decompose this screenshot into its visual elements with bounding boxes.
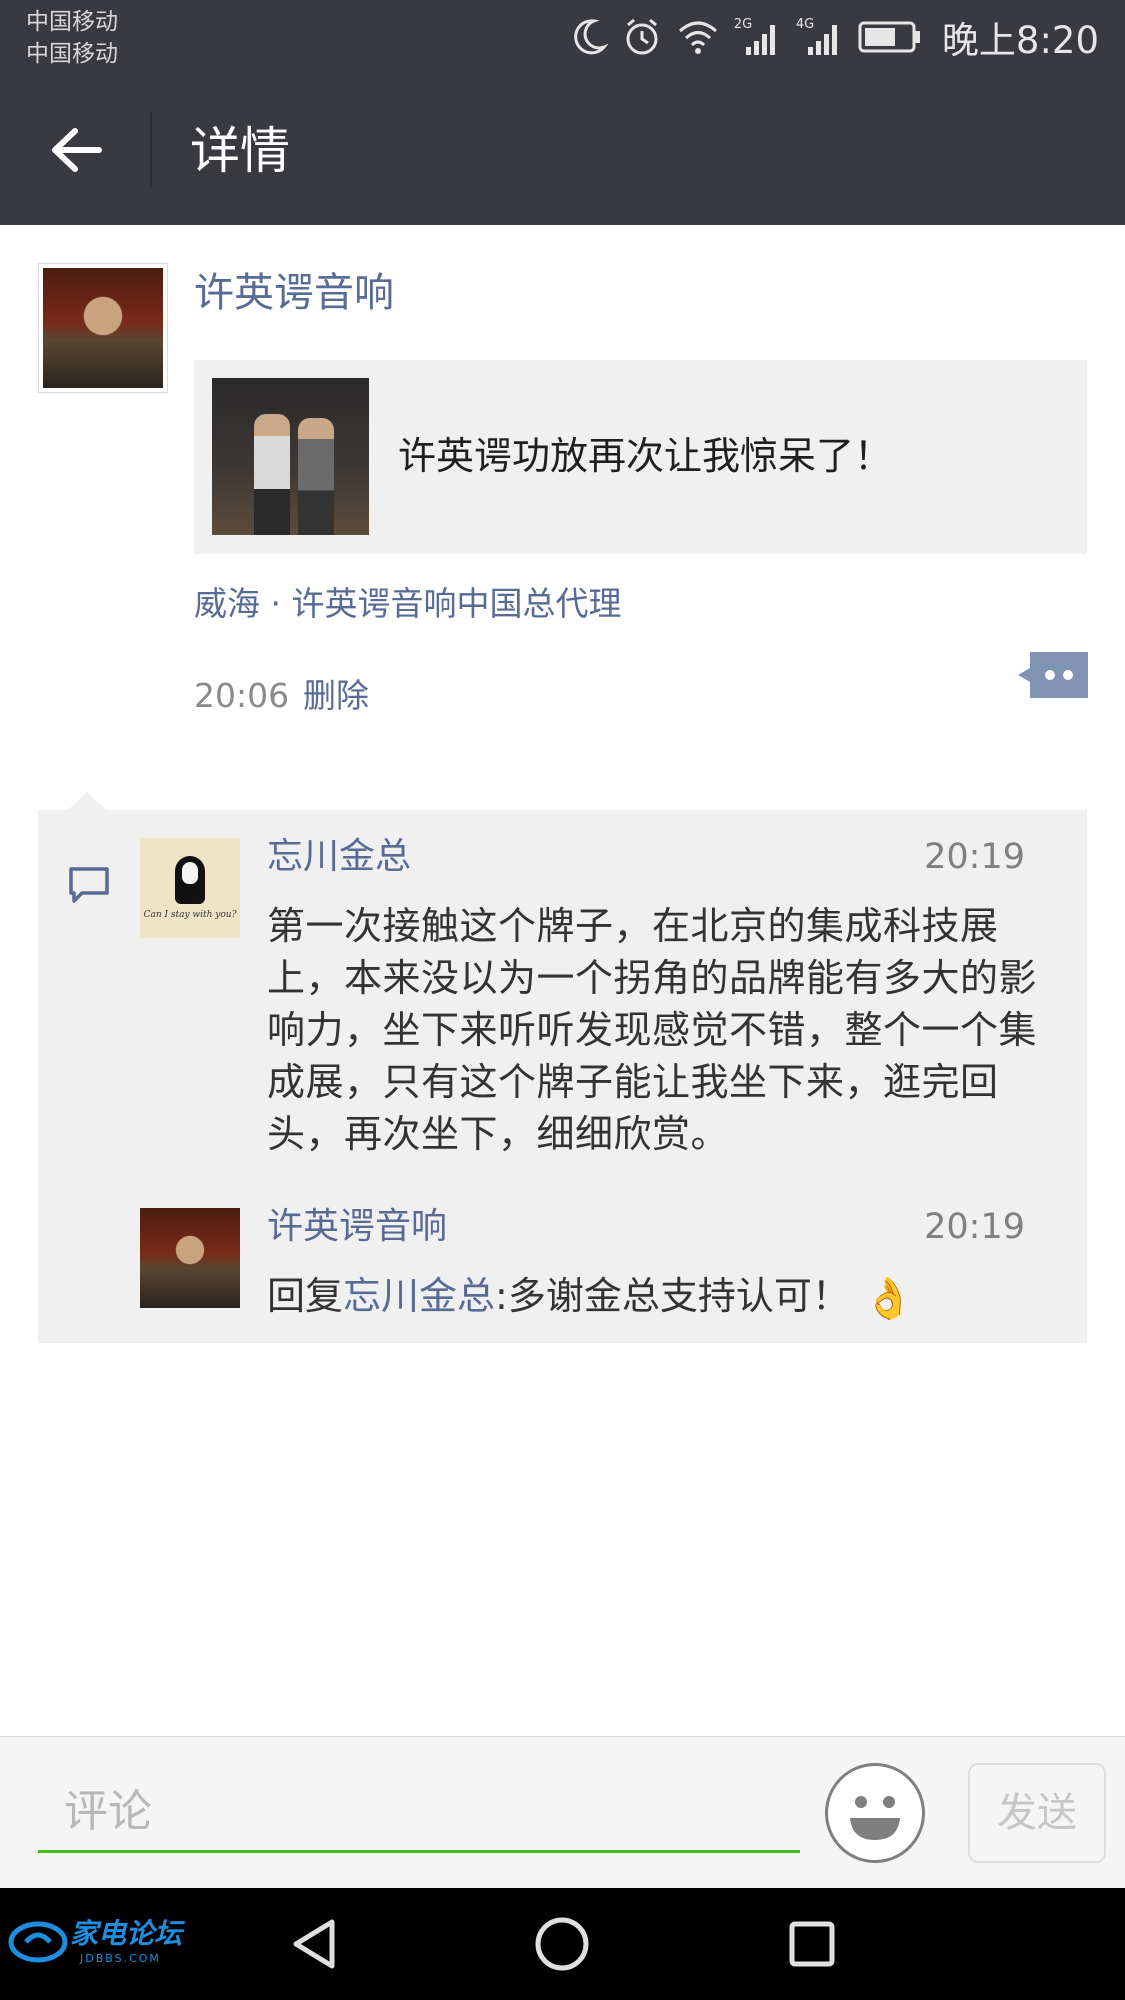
comment-2-text[interactable]: 回复忘川金总:多谢金总支持认可！ 👌 <box>267 1270 914 1325</box>
comment-2-time: 20:19 <box>924 1207 1025 1247</box>
comment-1-time: 20:19 <box>924 837 1025 877</box>
poster-avatar-image <box>43 268 163 388</box>
carrier-1: 中国移动 <box>26 9 118 35</box>
alarm-icon <box>626 18 658 55</box>
poster-name[interactable]: 许英谔音响 <box>194 265 394 321</box>
system-nav-bar: 家电论坛 JDBBS.COM <box>0 1888 1125 2000</box>
battery-icon <box>858 21 920 53</box>
wifi-icon <box>678 21 717 54</box>
signal-1-icon: 2G <box>734 17 782 57</box>
moon-icon <box>574 19 608 55</box>
speech-bubble-icon <box>68 866 110 906</box>
signal-2-icon: 4G <box>796 17 844 57</box>
title-bar: 详情 <box>0 74 1125 225</box>
nav-back-button[interactable] <box>278 1908 350 1980</box>
avatar-caption: Can I stay with you? <box>143 910 237 920</box>
no-face-mask <box>182 862 198 884</box>
arrow-left-icon <box>52 128 102 172</box>
forum-watermark: 家电论坛 JDBBS.COM <box>8 1906 198 1982</box>
reply-mention[interactable]: 忘川金总 <box>343 1274 495 1318</box>
commenter-2-avatar[interactable] <box>140 1208 240 1308</box>
reply-prefix: 回复 <box>267 1274 344 1318</box>
nav-recents-button[interactable] <box>776 1908 848 1980</box>
triangle-back-icon <box>293 1919 335 1969</box>
watermark-text: 家电论坛 <box>70 1917 183 1950</box>
commenter-1-name[interactable]: 忘川金总 <box>267 832 411 882</box>
comment-toggle-button[interactable] <box>1018 652 1088 698</box>
back-button[interactable] <box>40 114 112 186</box>
carrier-2: 中国移动 <box>26 41 118 67</box>
comment-input-bar: 发送 <box>0 1736 1125 1888</box>
thumbnail-person-2 <box>298 418 334 535</box>
post-time: 20:06 <box>194 676 290 715</box>
status-bar: 中国移动 中国移动 2G 4G 晚上8:20 <box>0 0 1125 74</box>
emoji-button[interactable] <box>825 1763 925 1863</box>
no-face-figure <box>175 856 205 904</box>
thumbnail-person-1 <box>254 414 290 535</box>
more-dots-icon <box>1018 652 1088 698</box>
link-thumbnail <box>212 378 369 535</box>
moments-detail-screen: 中国移动 中国移动 2G 4G 晚上8:20 详情 许英谔音响 许英谔功放再次让… <box>0 0 1125 2000</box>
carrier-labels: 中国移动 中国移动 <box>26 6 118 70</box>
shared-link-card[interactable]: 许英谔功放再次让我惊呆了！ <box>194 360 1087 554</box>
status-icons: 2G 4G 晚上8:20 <box>572 12 1099 62</box>
post-location[interactable]: 威海 · 许英谔音响中国总代理 <box>194 580 621 628</box>
commenter-1-avatar[interactable]: Can I stay with you? <box>140 838 240 938</box>
send-button[interactable]: 发送 <box>968 1763 1106 1863</box>
smiley-face-icon <box>850 1796 900 1840</box>
link-title: 许英谔功放再次让我惊呆了！ <box>398 434 893 478</box>
comment-1-text[interactable]: 第一次接触这个牌子，在北京的集成科技展上，本来没以为一个拐角的品牌能有多大的影响… <box>267 900 1067 1160</box>
page-title: 详情 <box>190 122 290 180</box>
nav-home-button[interactable] <box>526 1908 598 1980</box>
watermark-subtext: JDBBS.COM <box>80 1952 161 1965</box>
ok-hand-emoji: 👌 <box>863 1275 914 1322</box>
watermark-logo-icon <box>8 1921 68 1963</box>
clock-time: 晚上8:20 <box>941 19 1099 62</box>
commenter-2-name[interactable]: 许英谔音响 <box>267 1202 447 1252</box>
reply-body: :多谢金总支持认可！ <box>495 1274 850 1318</box>
comment-input[interactable] <box>38 1773 800 1853</box>
title-divider <box>150 112 152 188</box>
poster-avatar[interactable] <box>38 263 168 393</box>
delete-button[interactable]: 删除 <box>303 672 369 720</box>
circle-home-icon <box>535 1917 589 1971</box>
square-recents-icon <box>789 1921 835 1967</box>
comments-pointer <box>68 792 106 810</box>
